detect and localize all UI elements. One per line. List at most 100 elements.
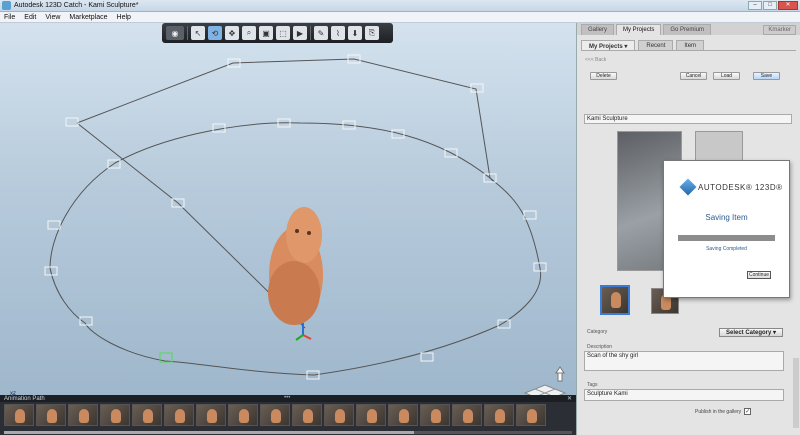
menu-file[interactable]: File	[4, 14, 15, 21]
pen-icon[interactable]: ✎	[314, 26, 328, 40]
filmstrip-grip[interactable]: •••	[284, 395, 290, 401]
filmstrip-thumbnail[interactable]	[4, 404, 34, 426]
toolbar-separator	[310, 26, 311, 40]
filmstrip-thumbnail[interactable]	[388, 404, 418, 426]
transform-gizmo	[295, 323, 312, 341]
publish-checkbox[interactable]: ✓	[744, 408, 752, 415]
export-icon[interactable]: ⬇	[348, 26, 362, 40]
menu-edit[interactable]: Edit	[24, 14, 36, 21]
camera-marker	[65, 117, 79, 127]
menu-bar: File Edit View Marketplace Help	[0, 12, 800, 23]
filmstrip-thumbnail[interactable]	[132, 404, 162, 426]
panel-scrollbar[interactable]	[793, 358, 799, 428]
outer-camera-path	[76, 58, 494, 182]
save-button[interactable]: Save	[753, 72, 780, 80]
tab-my-projects[interactable]: My Projects	[616, 24, 662, 35]
tags-field[interactable]: Sculpture Kami	[584, 389, 784, 401]
filmstrip-close-button[interactable]: ✕	[567, 395, 572, 402]
filmstrip-thumbnail[interactable]	[452, 404, 482, 426]
filmstrip-thumbnail[interactable]	[516, 404, 546, 426]
publish-label: Publish in the gallery	[695, 408, 742, 415]
tags-label: Tags	[587, 382, 598, 388]
zoom-icon[interactable]: ⌕	[242, 26, 256, 40]
filmstrip-thumbnail[interactable]	[324, 404, 354, 426]
filmstrip-thumbnail[interactable]	[164, 404, 194, 426]
autodesk-logo: AUTODESK® 123D®	[679, 178, 789, 196]
toolbar-separator	[187, 26, 188, 40]
filmstrip-scrollbar[interactable]	[4, 431, 572, 434]
close-button[interactable]: ✕	[778, 1, 798, 10]
subtab-my-projects[interactable]: My Projects ▾	[581, 40, 636, 50]
filmstrip-thumbnail[interactable]	[484, 404, 514, 426]
menu-marketplace[interactable]: Marketplace	[69, 14, 107, 21]
box-select-icon[interactable]: ⬚	[276, 26, 290, 40]
filmstrip-thumbnail[interactable]	[356, 404, 386, 426]
filmstrip-thumbnail[interactable]	[196, 404, 226, 426]
autodesk-logo-icon	[679, 178, 697, 196]
saving-dialog: AUTODESK® 123D® Saving Item Saving Compl…	[663, 160, 790, 298]
cancel-button[interactable]: Cancel	[680, 72, 707, 80]
back-link[interactable]: <<< Back	[585, 57, 792, 63]
window-controls: – □ ✕	[748, 1, 798, 10]
progress-bar	[678, 235, 775, 241]
video-icon[interactable]: ▶	[293, 26, 307, 40]
subtab-item[interactable]: Item	[676, 40, 705, 50]
menu-view[interactable]: View	[45, 14, 60, 21]
brand-name: AUTODESK® 123D®	[698, 182, 783, 192]
filmstrip-thumbnail[interactable]	[228, 404, 258, 426]
filmstrip-header: Animation Path ••• ✕	[0, 395, 576, 402]
camera-marker	[420, 352, 434, 362]
account-button[interactable]: Kmarker	[763, 25, 796, 35]
description-field[interactable]: Scan of the shy girl	[584, 351, 784, 371]
load-button[interactable]: Load	[713, 72, 740, 80]
select-icon[interactable]: ↖	[191, 26, 205, 40]
continue-button[interactable]: Continue	[747, 271, 771, 279]
action-row: Delete Cancel Load Save	[577, 72, 800, 88]
project-name-field[interactable]: Kami Sculpture	[584, 114, 792, 124]
minimize-button[interactable]: –	[748, 1, 762, 10]
camera-marker	[497, 319, 511, 329]
window-title: Autodesk 123D Catch - Kami Sculpture*	[14, 2, 139, 9]
camera-marker	[47, 220, 61, 230]
dialog-status: Saving Completed	[706, 246, 747, 252]
filmstrip-thumbnail[interactable]	[292, 404, 322, 426]
filmstrip-thumbnail[interactable]	[100, 404, 130, 426]
viewcube-icon	[523, 366, 567, 395]
filmstrip: Animation Path ••• ✕	[0, 395, 576, 435]
camera-marker	[523, 210, 537, 220]
filmstrip-label: Animation Path	[4, 395, 45, 402]
menu-help[interactable]: Help	[117, 14, 131, 21]
category-select[interactable]: Select Category ▾	[719, 328, 783, 337]
app-icon	[2, 1, 11, 10]
publish-option: Publish in the gallery ✓	[695, 408, 752, 415]
maximize-button[interactable]: □	[763, 1, 777, 10]
selected-thumbnail[interactable]	[600, 285, 630, 315]
subtab-recent[interactable]: Recent	[638, 40, 674, 50]
orbit-icon[interactable]: ⟲	[208, 26, 222, 40]
filmstrip-thumbnail[interactable]	[420, 404, 450, 426]
top-tabs: Gallery My Projects Go Premium Kmarker	[577, 23, 800, 35]
brush-icon[interactable]: ⌇	[331, 26, 345, 40]
camera-icon[interactable]: ◉	[166, 26, 184, 40]
delete-button[interactable]: Delete	[590, 72, 617, 80]
sculpture-model	[268, 207, 323, 325]
outer-camera-path	[77, 31, 488, 183]
category-label: Category	[587, 329, 608, 335]
filmstrip-thumbnail[interactable]	[36, 404, 66, 426]
filmstrip-thumbnail[interactable]	[68, 404, 98, 426]
share-icon[interactable]: ⎘	[365, 26, 379, 40]
scene-drawing	[44, 31, 547, 380]
frame-icon[interactable]: ▣	[259, 26, 273, 40]
tab-go-premium[interactable]: Go Premium	[663, 24, 712, 35]
filmstrip-scroll-thumb[interactable]	[4, 431, 414, 434]
main-toolbar: ◉ ↖ ⟲ ✥ ⌕ ▣ ⬚ ▶ ✎ ⌇ ⬇ ⎘	[162, 23, 393, 43]
tab-gallery[interactable]: Gallery	[581, 24, 615, 35]
3d-viewport[interactable]: xz	[0, 23, 576, 395]
pan-icon[interactable]: ✥	[225, 26, 239, 40]
title-bar: Autodesk 123D Catch - Kami Sculpture* – …	[0, 0, 800, 12]
filmstrip-thumbnail[interactable]	[260, 404, 290, 426]
dialog-heading: Saving Item	[705, 213, 748, 222]
filmstrip-thumbnails	[0, 402, 576, 428]
description-label: Description	[587, 344, 613, 350]
sub-tabs: My Projects ▾ Recent Item	[581, 40, 796, 51]
